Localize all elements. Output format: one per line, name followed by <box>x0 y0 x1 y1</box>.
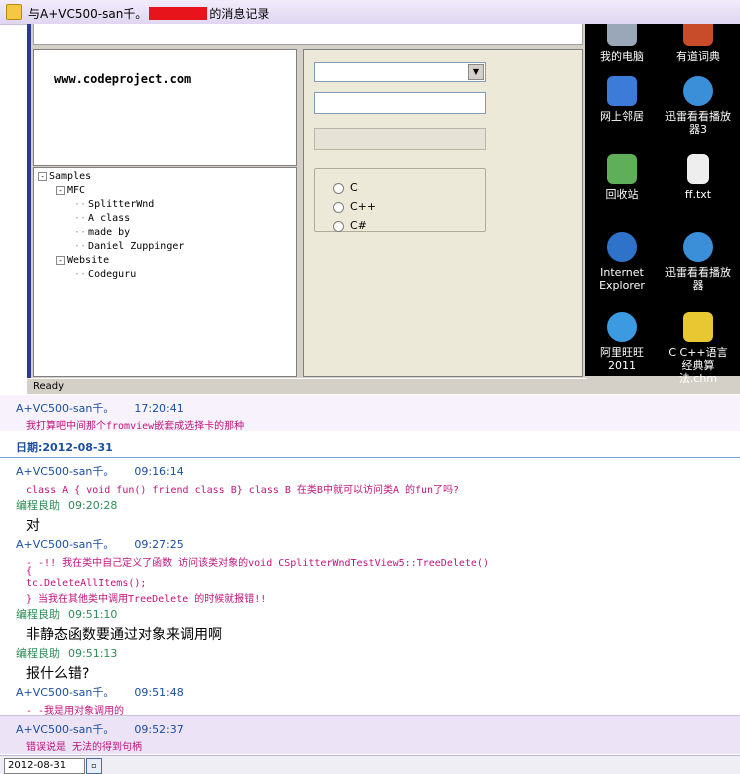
status-bar: Ready <box>27 378 587 394</box>
tree-item-label: MFC <box>67 185 86 196</box>
network-icon <box>607 76 637 106</box>
message-text: 报什么错? <box>26 666 90 682</box>
message-text: 错误说是 无法的得到句柄 <box>26 742 143 753</box>
radio-cpp[interactable]: C++ <box>333 200 376 213</box>
tree-item[interactable]: - Samples <box>38 170 184 184</box>
title-bar: 与A+VC500-san千。 的消息记录 <box>0 0 740 25</box>
player-icon <box>683 232 713 262</box>
window-title: 与A+VC500-san千。 的消息记录 <box>28 7 270 21</box>
desktop-icon-internet-explorer[interactable]: Internet Explorer <box>587 232 657 292</box>
radio-csharp[interactable]: C# <box>333 219 367 232</box>
tree-connector-icon: ·· <box>74 213 87 224</box>
tree-item-label: Samples <box>49 171 92 182</box>
text-file-icon <box>687 154 709 184</box>
disabled-edit-field <box>314 128 486 150</box>
tree-item-label: made by <box>88 227 131 238</box>
dropdown-arrow-icon[interactable]: ▼ <box>468 64 484 80</box>
message-header: A+VC500-san千。 17:20:41 <box>16 402 184 415</box>
message-row-selected: A+VC500-san千。 09:52:37 错误说是 无法的得到句柄 <box>0 715 740 754</box>
message-text: class A { void fun() friend class B} cla… <box>26 485 460 496</box>
tree-expander-icon[interactable]: - <box>56 185 65 195</box>
desktop-icon-aliwangwang[interactable]: 阿里旺旺2011 <box>587 312 657 372</box>
tree-connector-icon: ·· <box>74 269 87 280</box>
tree-item[interactable]: ·· made by <box>38 226 184 240</box>
date-input[interactable]: 2012-08-31 <box>4 758 85 774</box>
chat-window-icon <box>6 4 22 20</box>
tree-control: - Samples - MFC ·· SplitterWnd ·· A class ·· made… <box>38 170 184 282</box>
tree-item-label: Codeguru <box>88 269 137 280</box>
desktop-icon-my-computer[interactable]: 我的电脑 <box>587 24 657 63</box>
radio-c[interactable]: C <box>333 181 358 194</box>
date-separator: 日期:2012-08-31 <box>0 437 740 458</box>
tree-expander-icon[interactable]: - <box>38 171 47 181</box>
tree-item-label: A class <box>88 213 131 224</box>
message-header: A+VC500-san千。 09:16:14 <box>16 465 184 478</box>
desktop-icon-player[interactable]: 迅雷看看播放器 <box>663 232 733 292</box>
url-text: www.codeproject.com <box>54 72 192 86</box>
message-text: - -!! 我在类中自己定义了函数 访问该类对象的void CSplitterW… <box>26 558 489 569</box>
calendar-icon[interactable]: ▫ <box>86 758 102 774</box>
message-header: A+VC500-san千。 09:52:37 <box>16 723 184 736</box>
dictionary-icon <box>683 24 713 46</box>
desktop-icon-ff-txt[interactable]: ff.txt <box>663 154 733 201</box>
tree-connector-icon: ·· <box>74 227 87 238</box>
desktop-area: 我的电脑 有道词典 网上邻居 迅雷看看播放器3 回收站 ff.txt Inter… <box>585 24 740 385</box>
tree-item[interactable]: ·· SplitterWnd <box>38 198 184 212</box>
radio-group: C C++ C# <box>314 168 486 232</box>
message-header: 编程良助 09:20:28 <box>16 499 118 512</box>
chm-help-icon <box>683 312 713 342</box>
message-text: } 当我在其他类中调用TreeDelete 的时候就报错!! <box>26 594 267 605</box>
player-icon <box>683 76 713 106</box>
edit-field[interactable] <box>314 92 486 114</box>
tree-item-label: SplitterWnd <box>88 199 155 210</box>
top-view-pane <box>33 24 583 45</box>
message-header: A+VC500-san千。 09:51:48 <box>16 686 184 699</box>
tree-view-pane: - Samples - MFC ·· SplitterWnd ·· A class ·· made… <box>33 167 297 377</box>
desktop-icon-chm[interactable]: C C++语言经典算法.chm <box>663 312 733 385</box>
tree-item[interactable]: - Website <box>38 254 184 268</box>
tree-connector-icon: ·· <box>74 241 87 252</box>
message-header: A+VC500-san千。 09:27:25 <box>16 538 184 551</box>
recycle-bin-icon <box>607 154 637 184</box>
desktop-icon-player3[interactable]: 迅雷看看播放器3 <box>663 76 733 136</box>
html-view-pane: www.codeproject.com <box>33 49 297 166</box>
tree-item[interactable]: ·· A class <box>38 212 184 226</box>
desktop-icon-recycle-bin[interactable]: 回收站 <box>587 154 657 201</box>
ie-icon <box>607 232 637 262</box>
combo-box[interactable]: ▼ <box>314 62 486 82</box>
my-computer-icon <box>607 24 637 46</box>
tree-expander-icon[interactable]: - <box>56 255 65 265</box>
footer-bar: 2012-08-31 ▫ <box>0 755 740 774</box>
message-text: 我打算吧中间那个fromview嵌套成选择卡的那种 <box>26 421 245 432</box>
message-text: tc.DeleteAllItems(); <box>26 578 147 589</box>
status-text: Ready <box>33 381 65 392</box>
desktop-icon-network[interactable]: 网上邻居 <box>587 76 657 123</box>
window-edge <box>27 24 31 394</box>
desktop-icon-dictionary[interactable]: 有道词典 <box>663 24 733 63</box>
message-header: 编程良助 09:51:13 <box>16 647 118 660</box>
message-text: { <box>26 566 33 577</box>
aliwangwang-icon <box>607 312 637 342</box>
tree-connector-icon: ·· <box>74 199 87 210</box>
message-header: 编程良助 09:51:10 <box>16 608 118 621</box>
tree-item-label: Website <box>67 255 110 266</box>
form-view-pane: ▼ C C++ C# <box>303 49 583 377</box>
tree-item[interactable]: - MFC <box>38 184 184 198</box>
radio-circle-icon[interactable] <box>333 201 344 213</box>
radio-circle-icon[interactable] <box>333 182 344 194</box>
tree-item-label: Daniel Zuppinger <box>88 241 185 252</box>
radio-circle-icon[interactable] <box>333 220 344 232</box>
message-text: 非静态函数要通过对象来调用啊 <box>26 627 222 643</box>
tree-item[interactable]: ·· Daniel Zuppinger <box>38 240 184 254</box>
redacted-name <box>149 7 208 20</box>
message-text: 对 <box>26 518 40 534</box>
shared-screenshot: www.codeproject.com - Samples - MFC ·· Splitt… <box>27 24 740 394</box>
message-row: A+VC500-san千。 17:20:41 我打算吧中间那个fromview嵌套… <box>0 395 740 432</box>
tree-item[interactable]: ·· Codeguru <box>38 268 184 282</box>
